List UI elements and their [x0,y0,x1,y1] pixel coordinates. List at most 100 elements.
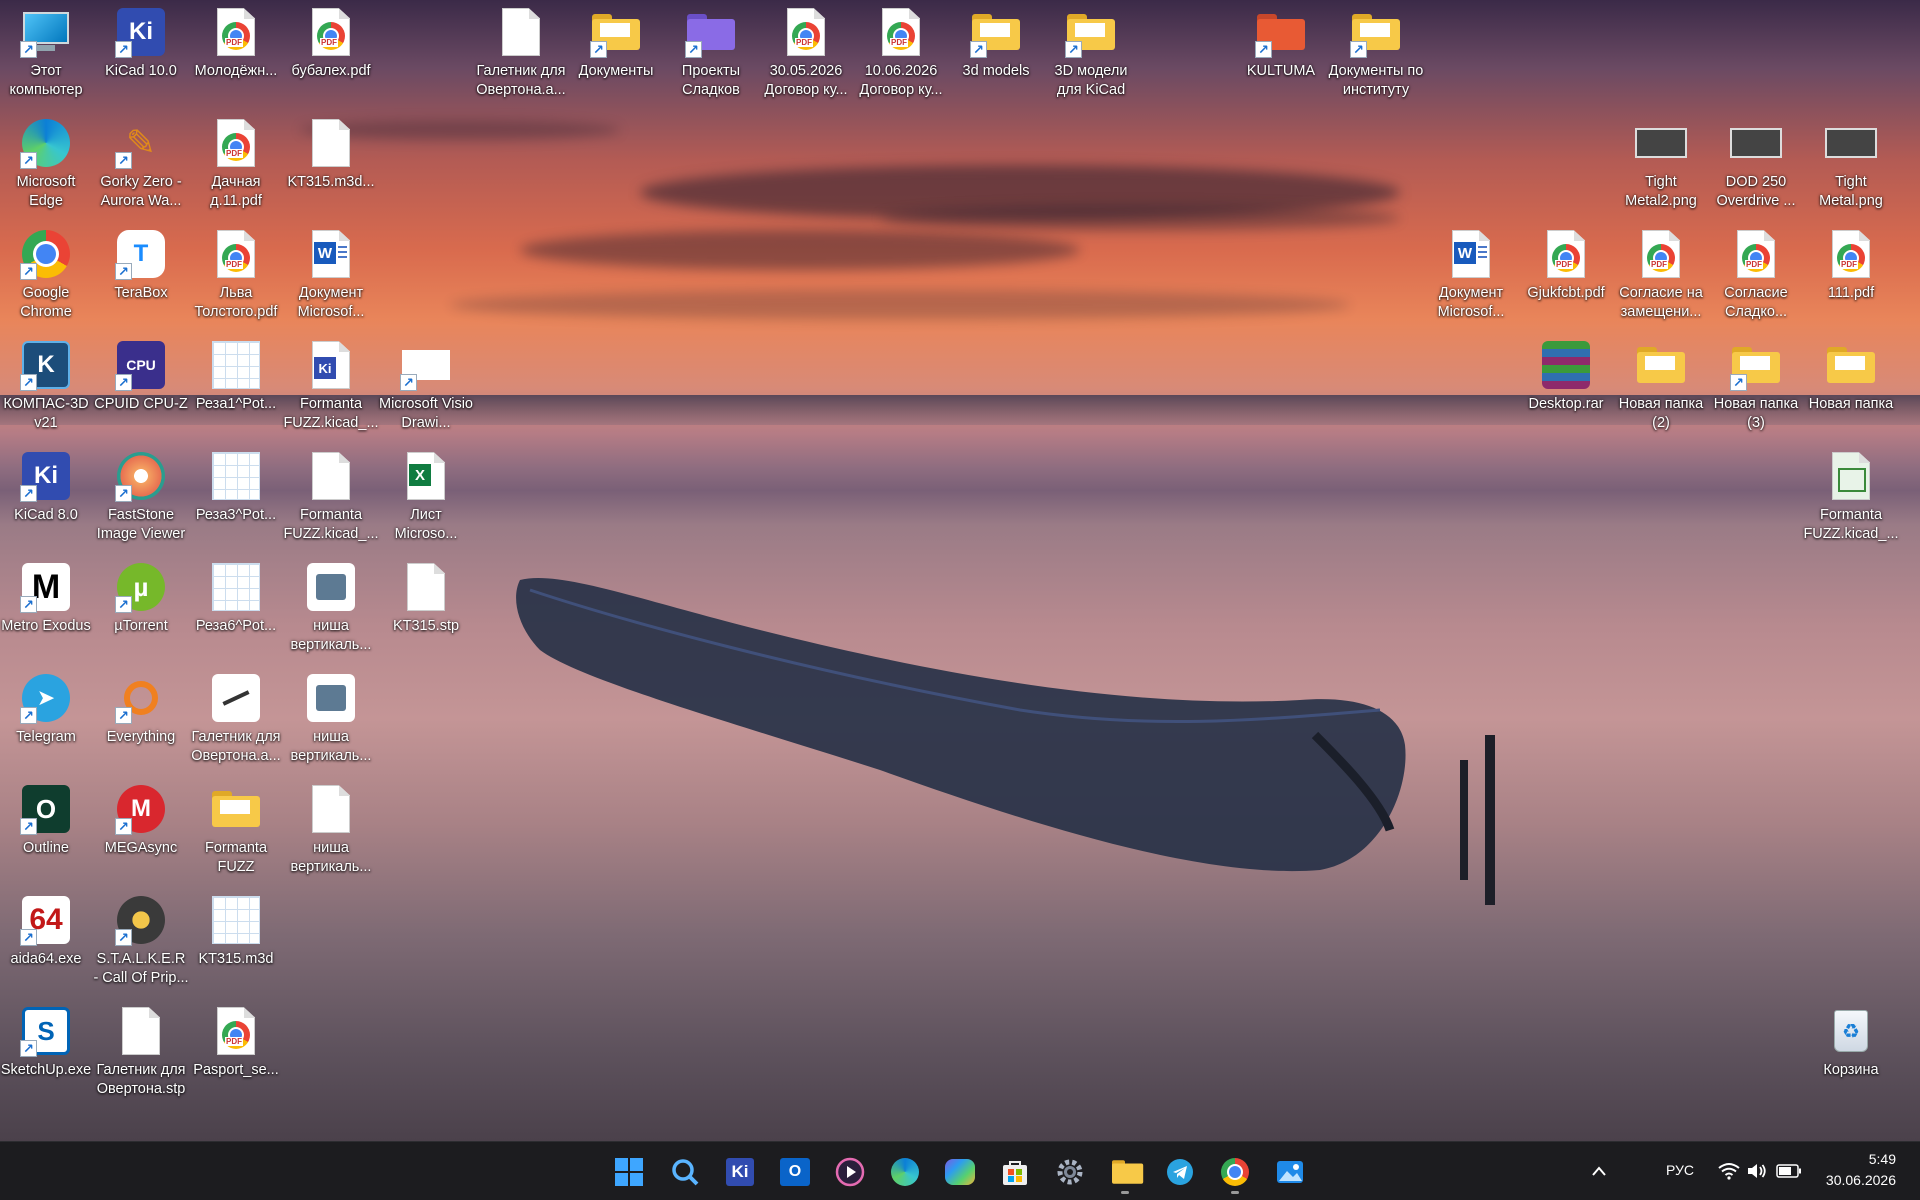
start-button[interactable] [609,1152,649,1192]
desktop-icon[interactable]: ↗ Этот компьютер [0,0,92,110]
taskbar-chrome[interactable] [1215,1152,1255,1194]
desktop-icon[interactable]: Ki ↗ KiCad 8.0 [0,444,92,554]
desktop-icon[interactable]: µ ↗ µTorrent [95,555,187,665]
desktop-icon[interactable]: ниша вертикаль... [285,666,377,776]
desktop-icon[interactable]: K ↗ КОМПАС-3D v21 [0,333,92,443]
desktop-icon[interactable]: PDF Дачная д.11.pdf [190,111,282,221]
desktop-icon[interactable]: X Лист Microso... [380,444,472,554]
language-indicator[interactable]: РУС [1666,1162,1694,1178]
desktop-icon[interactable]: ♻ Корзина [1805,999,1897,1109]
desktop-icon[interactable]: ↗ Everything [95,666,187,776]
battery-icon[interactable] [1776,1164,1802,1178]
taskbar-media-player[interactable] [830,1152,870,1192]
desktop-icon[interactable]: 64 ↗ aida64.exe [0,888,92,998]
desktop-icon[interactable]: KT315.m3d... [285,111,377,221]
desktop-icon[interactable]: Formanta FUZZ.kicad_... [283,444,379,554]
desktop-icon[interactable]: PDF Согласие Сладко... [1710,222,1802,332]
clock-date[interactable]: 30.06.2026 [1826,1172,1896,1188]
desktop-icon[interactable]: W Документ Microsof... [1425,222,1517,332]
desktop-icon[interactable]: ниша вертикаль... [285,777,377,887]
desktop-icon[interactable]: ↗ Microsoft Edge [0,111,92,221]
taskbar-telegram[interactable] [1160,1152,1200,1192]
taskbar-photos[interactable] [1270,1152,1310,1192]
desktop-icon[interactable]: ниша вертикаль... [285,555,377,665]
volume-icon[interactable] [1746,1162,1768,1180]
desktop-icon[interactable]: KT315.stp [380,555,472,665]
desktop-icon[interactable]: Formanta FUZZ.kicad_... [1803,444,1899,554]
desktop-icon[interactable]: Реза3^Pot... [190,444,282,554]
taskbar-store[interactable] [995,1152,1035,1192]
cad-part-icon [305,561,357,613]
desktop-icon[interactable]: PDF 30.05.2026 Договор ку... [760,0,852,110]
taskbar-m365[interactable] [940,1152,980,1192]
desktop-icon[interactable]: PDF бубалех.pdf [285,0,377,110]
desktop-icon[interactable]: CPU ↗ CPUID CPU-Z [94,333,188,443]
desktop-icon-label: Проекты Сладков [681,63,741,98]
desktop-icon[interactable]: Галетник для Овертона.a... [475,0,567,110]
desktop-icon[interactable]: M ↗ Metro Exodus [0,555,92,665]
desktop-icon[interactable]: ↗ Новая папка (3) [1710,333,1802,443]
desktop-icon[interactable]: ➤ ↗ Telegram [0,666,92,776]
taskbar-search[interactable] [665,1152,705,1192]
chevron-up-icon[interactable] [1591,1164,1607,1178]
desktop-icon[interactable]: Реза1^Pot... [190,333,282,443]
desktop-icon-label: TeraBox [114,285,168,301]
desktop-icon[interactable]: Галетник для Овертона.stp [95,999,187,1109]
desktop-icon[interactable]: PDF Льва Толстого.pdf [190,222,282,332]
desktop-icon[interactable]: M ↗ MEGAsync [95,777,187,887]
desktop-icon[interactable]: ↗ KULTUMA [1235,0,1327,110]
desktop-icon[interactable]: PDF Согласие на замещени... [1615,222,1707,332]
desktop-icon[interactable]: ↗ 3D модели для KiCad [1045,0,1137,110]
desktop-icon-label: Everything [106,729,176,745]
telegram-icon: ➤ ↗ [20,672,72,724]
visio-icon: ↗ [400,339,452,391]
desktop-icon[interactable]: Реза6^Pot... [190,555,282,665]
desktop-icon[interactable]: PDF 10.06.2026 Договор ку... [855,0,947,110]
desktop-icon[interactable]: T ↗ TeraBox [95,222,187,332]
desktop-icon-label: Галетник для Овертона.stp [96,1062,186,1097]
desktop-icon[interactable]: PDF Молодёжн... [190,0,282,110]
taskbar-explorer[interactable] [1105,1152,1145,1194]
shortcut-arrow-icon: ↗ [590,41,607,58]
desktop-icon[interactable]: ↗ Документы [570,0,662,110]
desktop-icon-label: КОМПАС-3D v21 [3,396,89,431]
taskbar-kicad[interactable]: Ki [720,1152,760,1192]
desktop-icon[interactable]: ↗ Microsoft Visio Drawi... [379,333,473,443]
metro-icon: M ↗ [20,561,72,613]
shortcut-arrow-icon: ↗ [1350,41,1367,58]
desktop-icon[interactable]: Tight Metal2.png [1615,111,1707,221]
desktop-icon[interactable]: ↗ Документы по институту [1329,0,1423,110]
desktop-icon[interactable]: Галетник для Овертона.a... [190,666,282,776]
desktop-icon[interactable]: PDF Pasport_se... [190,999,282,1109]
desktop-icon[interactable]: ↗ Проекты Сладков [665,0,757,110]
taskbar-outlook[interactable]: O [775,1152,815,1192]
folder-icon [210,783,262,835]
desktop-icon[interactable]: Новая папка (2) [1615,333,1707,443]
desktop-icon[interactable]: ✎ ↗ Gorky Zero - Aurora Wa... [95,111,187,221]
desktop-icon[interactable]: Formanta FUZZ [190,777,282,887]
desktop-icon[interactable]: PDF 111.pdf [1805,222,1897,332]
desktop-icon[interactable]: ↗ Google Chrome [0,222,92,332]
desktop-icon[interactable]: Desktop.rar [1520,333,1612,443]
desktop-icon[interactable]: ↗ 3d models [950,0,1042,110]
desktop-icon[interactable]: Новая папка [1805,333,1897,443]
clock-time[interactable]: 5:49 [1869,1151,1896,1167]
taskbar-edge[interactable] [885,1152,925,1192]
desktop-icon[interactable]: W Документ Microsof... [285,222,377,332]
game-icon: ✎ ↗ [115,117,167,169]
desktop-icon[interactable]: ↗ FastStone Image Viewer [95,444,187,554]
kicad-sheet-icon [1825,450,1877,502]
desktop-icon[interactable]: O ↗ Outline [0,777,92,887]
desktop-icon[interactable]: DOD 250 Overdrive ... [1710,111,1802,221]
wifi-icon[interactable] [1718,1162,1740,1180]
desktop-icon[interactable]: PDF Gjukfcbt.pdf [1520,222,1612,332]
desktop-icon[interactable]: KT315.m3d [190,888,282,998]
desktop-icon-label: KT315.m3d [198,951,274,967]
desktop-icon[interactable]: Tight Metal.png [1805,111,1897,221]
taskbar-settings[interactable] [1050,1152,1090,1192]
desktop-icon[interactable]: Ki Formanta FUZZ.kicad_... [283,333,379,443]
desktop-icon[interactable]: Ki ↗ KiCad 10.0 [95,0,187,110]
desktop-icon[interactable]: S ↗ SketchUp.exe [0,999,92,1109]
desktop-icon-label: Tight Metal.png [1819,174,1883,209]
desktop-icon[interactable]: ↗ S.T.A.L.K.E.R - Call Of Prip... [93,888,189,998]
